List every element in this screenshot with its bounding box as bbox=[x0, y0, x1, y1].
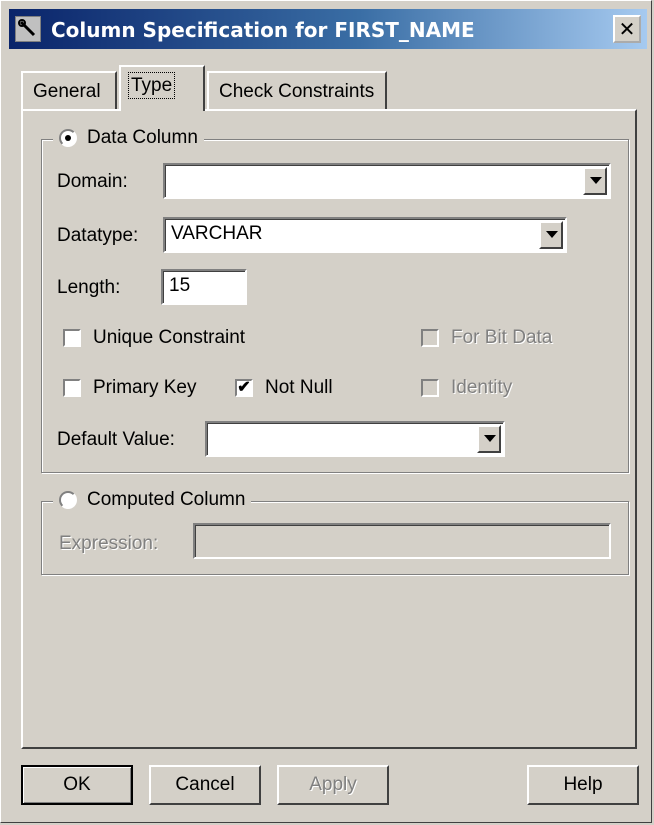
radio-icon bbox=[59, 491, 77, 509]
identity-checkbox: Identity bbox=[421, 377, 512, 399]
computed-column-label: Computed Column bbox=[87, 489, 246, 510]
unique-constraint-checkbox[interactable]: Unique Constraint bbox=[63, 327, 245, 349]
expression-input bbox=[193, 523, 611, 559]
tab-check-constraints[interactable]: Check Constraints bbox=[207, 71, 387, 109]
checkbox-icon bbox=[63, 379, 81, 397]
cancel-button[interactable]: Cancel bbox=[149, 765, 261, 805]
radio-icon bbox=[59, 129, 77, 147]
checkmark-icon: ✔ bbox=[235, 379, 253, 397]
length-value: 15 bbox=[169, 275, 191, 296]
length-label: Length: bbox=[57, 277, 121, 298]
checkbox-icon bbox=[63, 329, 81, 347]
not-null-checkbox[interactable]: ✔ Not Null bbox=[235, 377, 333, 399]
dialog-window: Column Specification for FIRST_NAME ✕ Ge… bbox=[0, 0, 652, 823]
checkbox-icon bbox=[421, 379, 439, 397]
datatype-label: Datatype: bbox=[57, 225, 139, 246]
length-input[interactable]: 15 bbox=[161, 269, 247, 305]
data-column-radio[interactable]: Data Column bbox=[53, 127, 204, 149]
chevron-down-icon[interactable] bbox=[477, 425, 501, 453]
computed-column-radio[interactable]: Computed Column bbox=[53, 489, 252, 511]
help-button[interactable]: Help bbox=[527, 765, 639, 805]
domain-select[interactable] bbox=[163, 163, 611, 199]
wrench-icon bbox=[15, 16, 41, 42]
tab-type[interactable]: Type bbox=[119, 65, 205, 111]
domain-label: Domain: bbox=[57, 171, 128, 192]
primary-key-checkbox[interactable]: Primary Key bbox=[63, 377, 196, 399]
close-icon: ✕ bbox=[618, 17, 636, 41]
chevron-down-icon[interactable] bbox=[583, 167, 607, 195]
close-button[interactable]: ✕ bbox=[613, 15, 641, 43]
default-value-select[interactable] bbox=[205, 421, 505, 457]
data-column-label: Data Column bbox=[87, 127, 198, 148]
chevron-down-icon[interactable] bbox=[539, 221, 563, 249]
datatype-select[interactable]: VARCHAR bbox=[163, 217, 567, 253]
window-title: Column Specification for FIRST_NAME bbox=[51, 18, 475, 42]
datatype-value: VARCHAR bbox=[171, 223, 263, 244]
expression-label: Expression: bbox=[59, 533, 159, 554]
title-bar[interactable]: Column Specification for FIRST_NAME ✕ bbox=[9, 9, 647, 49]
default-value-label: Default Value: bbox=[57, 429, 175, 450]
for-bit-data-checkbox: For Bit Data bbox=[421, 327, 552, 349]
apply-button: Apply bbox=[277, 765, 389, 805]
tab-panel: Data Column Domain: Datatype: VARCHAR Le… bbox=[21, 109, 637, 749]
ok-button[interactable]: OK bbox=[21, 765, 133, 805]
tab-general[interactable]: General bbox=[21, 71, 117, 109]
checkbox-icon bbox=[421, 329, 439, 347]
